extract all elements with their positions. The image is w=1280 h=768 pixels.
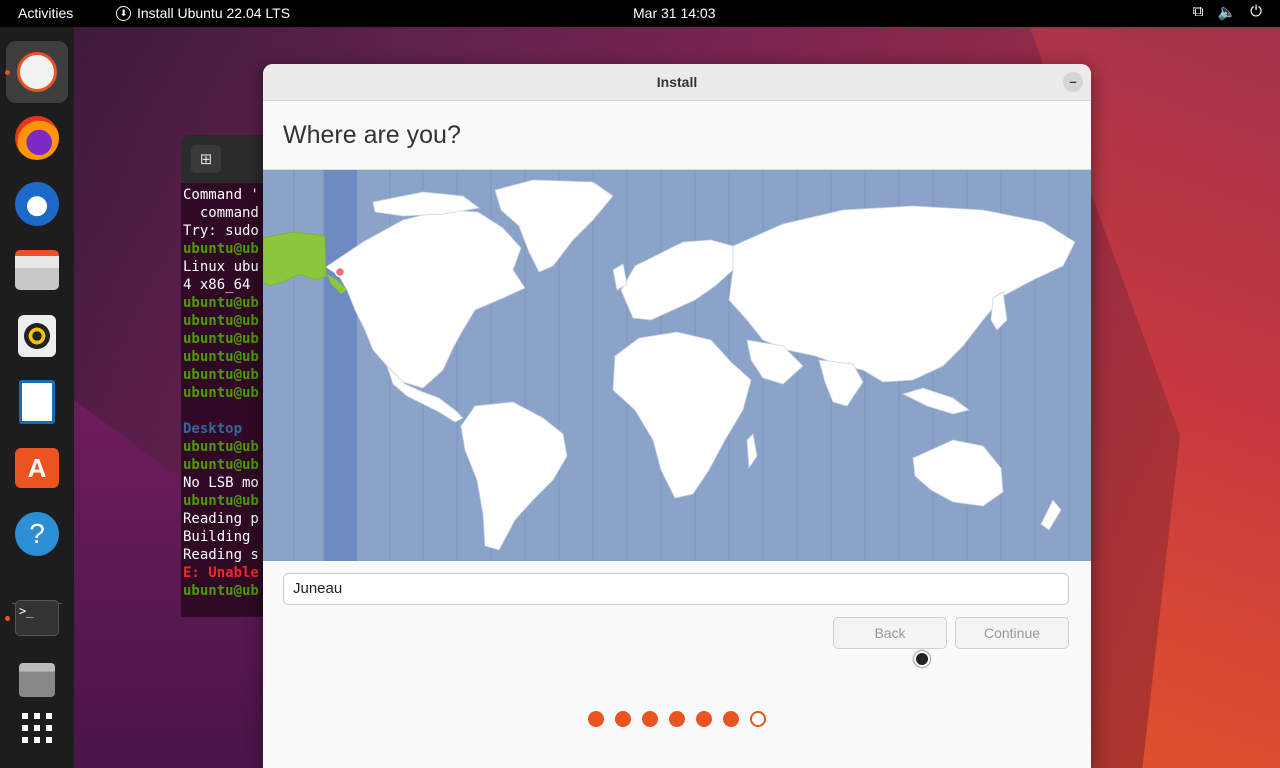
minimize-button[interactable]: – xyxy=(1063,72,1083,92)
installer-window: Install – Where are you? Juneau Back Con… xyxy=(263,64,1091,768)
back-button[interactable]: Back xyxy=(833,617,947,649)
volume-icon: 🔈 xyxy=(1217,4,1237,21)
location-pin-icon xyxy=(334,266,346,278)
running-indicator xyxy=(5,70,10,75)
new-tab-button[interactable]: ⊞ xyxy=(191,145,221,173)
selected-timezone-band xyxy=(324,170,357,561)
app-menu[interactable]: ⬇ Install Ubuntu 22.04 LTS xyxy=(116,5,290,21)
progress-dot xyxy=(669,711,685,727)
dock-item-thunderbird[interactable] xyxy=(6,173,68,235)
terminal-icon: >_ xyxy=(15,600,59,636)
writer-icon xyxy=(19,380,55,424)
dock: A ? >_ xyxy=(0,27,74,768)
trash-icon xyxy=(19,663,55,697)
window-title: Install xyxy=(656,74,698,90)
progress-dot xyxy=(642,711,658,727)
firefox-icon xyxy=(15,116,59,160)
thunderbird-icon xyxy=(15,182,59,226)
progress-dot xyxy=(615,711,631,727)
dock-item-firefox[interactable] xyxy=(6,107,68,169)
installer-icon: ⬇ xyxy=(116,5,131,21)
progress-dots xyxy=(588,711,766,727)
timezone-input[interactable]: Juneau xyxy=(283,573,1069,605)
power-icon: ⏻ xyxy=(1250,3,1262,20)
dock-item-help[interactable]: ? xyxy=(6,503,68,565)
dock-item-app-center[interactable]: A xyxy=(6,437,68,499)
mouse-cursor-icon xyxy=(914,651,930,667)
network-icon: ⧉ xyxy=(1192,3,1204,20)
app-center-icon: A xyxy=(15,448,59,488)
progress-dot xyxy=(723,711,739,727)
timezone-map[interactable] xyxy=(263,170,1091,561)
window-titlebar[interactable]: Install – xyxy=(263,64,1091,101)
app-menu-label: Install Ubuntu 22.04 LTS xyxy=(137,5,291,21)
activities-button[interactable]: Activities xyxy=(18,5,73,21)
progress-dot xyxy=(588,711,604,727)
rhythmbox-icon xyxy=(18,315,56,357)
top-bar: Activities ⬇ Install Ubuntu 22.04 LTS Ma… xyxy=(0,0,1280,27)
dock-item-files[interactable] xyxy=(6,239,68,301)
clock[interactable]: Mar 31 14:03 xyxy=(633,5,716,21)
continue-button[interactable]: Continue xyxy=(955,617,1069,649)
running-indicator xyxy=(5,616,10,621)
grid-icon xyxy=(22,713,52,743)
system-tray[interactable]: ⧉ 🔈 ⏻ xyxy=(1193,3,1262,21)
help-icon: ? xyxy=(15,512,59,556)
progress-dot xyxy=(750,711,766,727)
show-apps-button[interactable] xyxy=(6,697,68,759)
progress-dot xyxy=(696,711,712,727)
dock-item-rhythmbox[interactable] xyxy=(6,305,68,367)
dock-item-writer[interactable] xyxy=(6,371,68,433)
ubuntu-installer-icon xyxy=(17,52,57,92)
dock-item-installer[interactable] xyxy=(6,41,68,103)
page-title: Where are you? xyxy=(283,121,461,149)
files-icon xyxy=(15,250,59,290)
dock-item-terminal[interactable]: >_ xyxy=(6,587,68,649)
